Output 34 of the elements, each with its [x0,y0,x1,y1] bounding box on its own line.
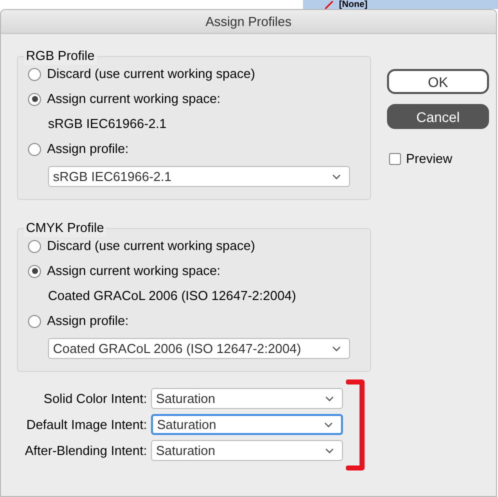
radio-label[interactable]: Assign current working space: [47,263,220,279]
dropdown[interactable]: sRGB IEC61966-2.1 [48,166,350,187]
profile-name: Coated GRACoL 2006 (ISO 12647-2:2004) [48,288,298,304]
radio-button[interactable] [28,264,41,278]
chevron-down-icon [325,448,334,454]
chevron-down-icon [332,174,341,180]
dropdown[interactable]: Coated GRACoL 2006 (ISO 12647-2:2004) [48,338,350,359]
radio-button[interactable] [28,240,41,252]
radio-label[interactable]: Discard (use current working space) [47,66,256,82]
radio-button[interactable] [28,314,41,328]
radio-label[interactable]: Assign profile: [47,313,129,329]
chevron-down-icon [324,422,333,428]
radio-button[interactable] [28,68,41,80]
radio-label[interactable]: Discard (use current working space) [47,238,256,254]
chevron-down-icon [325,396,334,402]
slash-icon [325,0,333,8]
ok-button[interactable]: OK [387,69,489,94]
swatch-label: [None] [339,0,368,9]
checkbox[interactable] [389,153,401,165]
cancel-button[interactable]: Cancel [387,104,489,129]
dropdown[interactable]: Saturation [151,440,343,461]
dropdown[interactable]: Saturation [151,414,343,435]
radio-label[interactable]: Assign profile: [47,141,129,157]
intent-label: Default Image Intent: [25,416,147,432]
radio-button[interactable] [28,92,41,106]
checkbox-label[interactable]: Preview [406,151,452,167]
intent-label: After-Blending Intent: [24,442,147,458]
profile-name: sRGB IEC61966-2.1 [48,116,168,132]
radio-label[interactable]: Assign current working space: [47,91,220,107]
radio-button[interactable] [28,142,41,156]
dropdown[interactable]: Saturation [151,388,343,409]
intent-label: Solid Color Intent: [42,390,147,406]
window-title: Assign Profiles [206,12,292,31]
chevron-down-icon [332,346,341,352]
